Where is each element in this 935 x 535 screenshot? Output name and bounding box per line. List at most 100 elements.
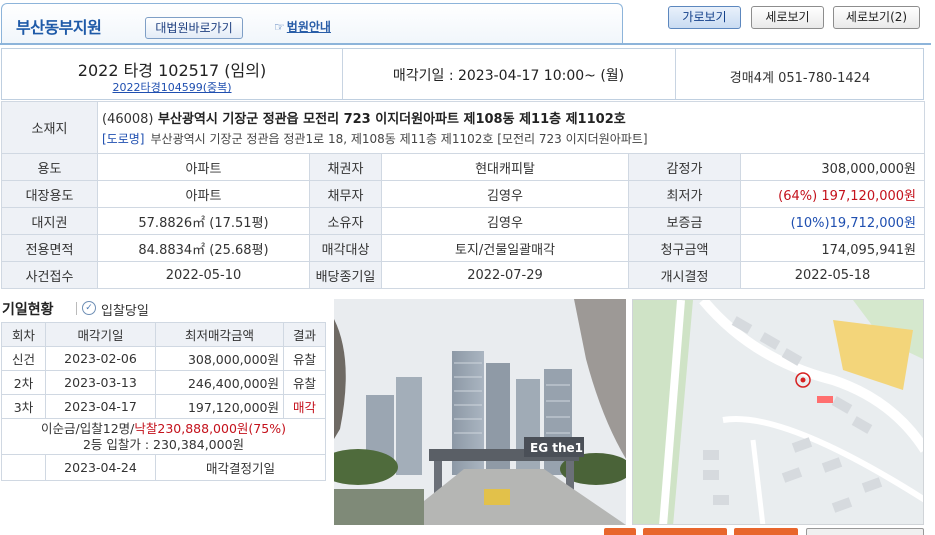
column-header: 회차 <box>1 322 46 347</box>
info-row: 전용면적 84.8834㎡ (25.68평) 매각대상 토지/건물일괄매각 청구… <box>1 234 925 262</box>
date-cell: 2023-04-24 <box>45 454 156 481</box>
winning-bid-line: 이순금/입찰12명/낙찰230,888,000원(75%) <box>3 420 325 437</box>
info-label: 소유자 <box>309 207 382 235</box>
price-cell: 246,400,000원 <box>155 370 284 395</box>
round-cell: 신건 <box>1 346 46 371</box>
address-zip: (46008) <box>102 112 154 127</box>
round-cell: 2차 <box>1 370 46 395</box>
info-value: 현대캐피탈 <box>381 153 629 181</box>
result-cell: 유찰 <box>283 370 326 395</box>
date-cell: 2023-02-06 <box>45 346 156 371</box>
info-value: 김영우 <box>381 207 629 235</box>
table-row: 2차 2023-03-13 246,400,000원 유찰 <box>1 370 326 395</box>
winning-bid-note: 이순금/입찰12명/낙찰230,888,000원(75%) 2등 입찰가 : 2… <box>1 418 326 455</box>
property-info-table: 소재지 (46008) 부산광역시 기장군 정관읍 모전리 723 이지더원아파… <box>1 101 925 289</box>
address-main-line: (46008) 부산광역시 기장군 정관읍 모전리 723 이지더원아파트 제1… <box>102 108 920 127</box>
check-circle-icon[interactable]: ✓ <box>82 301 96 315</box>
round-cell: 3차 <box>1 394 46 419</box>
result-cell-sold: 매각 <box>283 394 326 419</box>
minimum-price: (64%) 197,120,000원 <box>740 180 925 208</box>
road-name-tag: [도로명] <box>102 132 145 146</box>
table-row: 3차 2023-04-17 197,120,000원 매각 <box>1 394 326 419</box>
info-label: 전용면적 <box>1 234 98 262</box>
view-vertical-2-button[interactable]: 세로보기(2) <box>833 6 920 29</box>
info-value: 아파트 <box>97 180 310 208</box>
bidder-info: 이순금/입찰12명/ <box>41 420 135 436</box>
info-label: 감정가 <box>628 153 741 181</box>
info-row: 대지권 57.8826㎡ (17.51평) 소유자 김영우 보증금 (10%)1… <box>1 207 925 235</box>
address-cell: (46008) 부산광역시 기장군 정관읍 모전리 723 이지더원아파트 제1… <box>97 101 925 154</box>
info-row: 용도 아파트 채권자 현대캐피탈 감정가 308,000,000원 <box>1 153 925 181</box>
action-button[interactable] <box>604 528 636 535</box>
apartment-photo-image: EG the1 <box>334 299 626 525</box>
date-cell: 2023-03-13 <box>45 370 156 395</box>
column-header: 매각기일 <box>45 322 156 347</box>
info-label: 최저가 <box>628 180 741 208</box>
winning-bid-note-row: 이순금/입찰12명/낙찰230,888,000원(75%) 2등 입찰가 : 2… <box>1 418 326 455</box>
pointing-hand-icon: ☞ <box>274 20 285 34</box>
info-value: 84.8834㎡ (25.68평) <box>97 234 310 262</box>
info-label: 청구금액 <box>628 234 741 262</box>
info-label: 매각대상 <box>309 234 382 262</box>
sale-date: 매각기일 : 2023-04-17 10:00~ (월) <box>392 68 625 84</box>
action-button[interactable] <box>643 528 727 535</box>
gate-sign: EG the1 <box>530 441 583 455</box>
info-value: 2022-05-10 <box>97 261 310 289</box>
column-header: 결과 <box>283 322 326 347</box>
info-value: 2022-07-29 <box>381 261 629 289</box>
result-cell: 유찰 <box>283 346 326 371</box>
round-cell <box>1 454 46 481</box>
info-label: 채무자 <box>309 180 382 208</box>
info-label: 개시결정 <box>628 261 741 289</box>
date-cell: 2023-04-17 <box>45 394 156 419</box>
second-bid-price: 2등 입찰가 : 230,384,000원 <box>82 436 245 452</box>
department-phone: 경매4계 051-780-1424 <box>729 71 871 86</box>
action-button[interactable] <box>806 528 924 535</box>
table-row: 2023-04-24 매각결정기일 <box>1 454 326 481</box>
court-guide-button[interactable]: ☞ 법원안내 <box>260 17 345 39</box>
duplicate-case-link[interactable]: 2022타경104599(중복) <box>2 79 342 95</box>
view-horizontal-button[interactable]: 가로보기 <box>668 6 741 29</box>
info-label: 용도 <box>1 153 98 181</box>
view-vertical-button[interactable]: 세로보기 <box>751 6 824 29</box>
price-cell: 197,120,000원 <box>155 394 284 419</box>
info-label: 채권자 <box>309 153 382 181</box>
table-row: 신건 2023-02-06 308,000,000원 유찰 <box>1 346 326 371</box>
info-value: 아파트 <box>97 153 310 181</box>
property-photo[interactable]: EG the1 <box>334 299 626 525</box>
info-label: 대지권 <box>1 207 98 235</box>
info-label: 배당종기일 <box>309 261 382 289</box>
claim-amount: 174,095,941원 <box>740 234 925 262</box>
bidding-history-table: 회차 매각기일 최저매각금액 결과 신건 2023-02-06 308,000,… <box>1 322 326 481</box>
bidding-status-title: 기일현황 <box>2 302 54 318</box>
supreme-court-link-button[interactable]: 대법원바로가기 <box>145 17 243 39</box>
info-label: 보증금 <box>628 207 741 235</box>
bid-day-toggle-label[interactable]: 입찰당일 <box>101 300 149 319</box>
location-map[interactable] <box>632 299 924 525</box>
address-row: 소재지 (46008) 부산광역시 기장군 정관읍 모전리 723 이지더원아파… <box>1 101 925 154</box>
address-label: 소재지 <box>1 101 98 154</box>
appraisal-price: 308,000,000원 <box>740 153 925 181</box>
info-label: 대장용도 <box>1 180 98 208</box>
info-value: 2022-05-18 <box>740 261 925 289</box>
info-value: 토지/건물일괄매각 <box>381 234 629 262</box>
header-divider <box>0 43 931 45</box>
info-row: 대장용도 아파트 채무자 김영우 최저가 (64%) 197,120,000원 <box>1 180 925 208</box>
court-guide-label: 법원안내 <box>286 20 331 34</box>
decision-label: 매각결정기일 <box>155 454 326 481</box>
map-image <box>633 300 923 524</box>
bidding-header-row: 회차 매각기일 최저매각금액 결과 <box>1 322 326 347</box>
info-row: 사건접수 2022-05-10 배당종기일 2022-07-29 개시결정 20… <box>1 261 925 289</box>
bottom-cutoff-strip <box>0 526 935 535</box>
court-header-tab: 부산동부지원 대법원바로가기 ☞ 법원안내 <box>1 3 623 43</box>
address-road: 부산광역시 기장군 정관읍 정관1로 18, 제108동 제11층 제1102호… <box>150 132 648 146</box>
deposit-amount: (10%)19,712,000원 <box>740 207 925 235</box>
title-separator <box>76 302 77 315</box>
info-value: 57.8826㎡ (17.51평) <box>97 207 310 235</box>
action-button[interactable] <box>734 528 798 535</box>
info-label: 사건접수 <box>1 261 98 289</box>
address-lot: 부산광역시 기장군 정관읍 모전리 723 이지더원아파트 제108동 제11층… <box>158 112 626 127</box>
winning-price: 낙찰230,888,000원(75%) <box>134 420 286 436</box>
case-number: 2022 타경 102517 (임의) <box>77 61 267 80</box>
column-header: 최저매각금액 <box>155 322 284 347</box>
